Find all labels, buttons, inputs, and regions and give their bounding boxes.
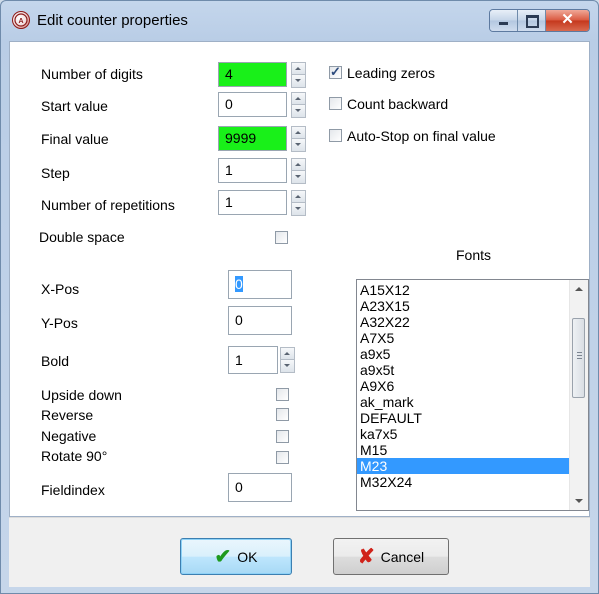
reverse-label: Reverse bbox=[41, 407, 94, 423]
font-list-item[interactable]: M15 bbox=[357, 442, 570, 458]
repetitions-input[interactable]: 1 bbox=[218, 190, 287, 215]
start-value-spinner[interactable] bbox=[291, 92, 306, 118]
x-pos-value: 0 bbox=[235, 276, 243, 292]
grip-icon bbox=[577, 352, 582, 353]
spin-up-icon[interactable] bbox=[291, 92, 306, 105]
repetitions-spinner[interactable] bbox=[291, 190, 306, 216]
bold-input[interactable]: 1 bbox=[228, 346, 278, 374]
start-value-label: Start value bbox=[41, 98, 108, 114]
spin-down-icon[interactable] bbox=[291, 203, 306, 216]
maximize-icon bbox=[526, 15, 539, 28]
rotate90-checkbox[interactable] bbox=[276, 451, 289, 464]
maximize-button[interactable] bbox=[518, 10, 546, 31]
auto-stop-label: Auto-Stop on final value bbox=[347, 128, 496, 144]
bold-spinner[interactable] bbox=[280, 347, 295, 373]
minimize-button[interactable] bbox=[490, 10, 518, 31]
count-backward-label: Count backward bbox=[347, 96, 449, 112]
spin-up-icon[interactable] bbox=[280, 347, 295, 360]
rotate90-label: Rotate 90° bbox=[41, 448, 108, 464]
font-list-item[interactable]: A32X22 bbox=[357, 314, 570, 330]
spin-up-icon[interactable] bbox=[291, 126, 306, 139]
leading-zeros-checkbox[interactable] bbox=[329, 64, 342, 80]
close-icon: ✕ bbox=[561, 11, 574, 28]
negative-label: Negative bbox=[41, 428, 97, 444]
fonts-listbox[interactable]: A15X12 A23X15 A32X22 A7X5 a9x5 a9x5t A9X6 ak_ma… bbox=[356, 279, 589, 511]
leading-zeros-label: Leading zeros bbox=[347, 65, 435, 81]
minimize-icon bbox=[499, 22, 508, 25]
final-value-spinner[interactable] bbox=[291, 126, 306, 152]
count-backward-checkbox[interactable] bbox=[329, 97, 342, 110]
spin-down-icon[interactable] bbox=[291, 171, 306, 184]
cross-icon: ✘ bbox=[357, 545, 375, 568]
bold-label: Bold bbox=[41, 353, 70, 369]
font-list-item[interactable]: M32X24 bbox=[357, 474, 570, 490]
spin-up-icon[interactable] bbox=[291, 62, 306, 75]
font-list-item[interactable]: a9x5 bbox=[357, 346, 570, 362]
repetitions-label: Number of repetitions bbox=[41, 197, 175, 213]
dialog-window: A Edit counter properties ✕ Number of di… bbox=[0, 0, 599, 594]
scroll-down-icon[interactable] bbox=[570, 493, 588, 510]
font-list-item[interactable]: ka7x5 bbox=[357, 426, 570, 442]
title-bar[interactable]: A Edit counter properties ✕ bbox=[1, 1, 598, 41]
ok-button-label: OK bbox=[237, 548, 258, 565]
x-pos-label: X-Pos bbox=[41, 281, 80, 297]
close-button[interactable]: ✕ bbox=[546, 10, 589, 31]
fonts-list: A15X12 A23X15 A32X22 A7X5 a9x5 a9x5t A9X6 ak_ma… bbox=[357, 280, 570, 490]
spin-down-icon[interactable] bbox=[291, 105, 306, 118]
step-label: Step bbox=[41, 165, 70, 181]
font-list-item[interactable]: A9X6 bbox=[357, 378, 570, 394]
step-spinner[interactable] bbox=[291, 158, 306, 184]
scroll-up-icon[interactable] bbox=[570, 280, 588, 297]
spin-up-icon[interactable] bbox=[291, 190, 306, 203]
fieldindex-label: Fieldindex bbox=[41, 482, 105, 498]
fonts-label: Fonts bbox=[456, 247, 492, 263]
font-list-item[interactable]: A15X12 bbox=[357, 282, 570, 298]
font-list-item[interactable]: a9x5t bbox=[357, 362, 570, 378]
negative-checkbox[interactable] bbox=[276, 430, 289, 443]
font-list-item[interactable]: A7X5 bbox=[357, 330, 570, 346]
step-input[interactable]: 1 bbox=[218, 158, 287, 183]
number-of-digits-label: Number of digits bbox=[41, 66, 143, 82]
ok-button[interactable]: ✔ OK bbox=[180, 538, 292, 575]
window-title: Edit counter properties bbox=[37, 12, 188, 29]
number-of-digits-input[interactable]: 4 bbox=[218, 62, 287, 87]
auto-stop-checkbox[interactable] bbox=[329, 129, 342, 142]
font-list-item[interactable]: M23 bbox=[357, 458, 570, 474]
checkmark-icon: ✔ bbox=[214, 545, 232, 568]
reverse-checkbox[interactable] bbox=[276, 408, 289, 421]
dialog-body: Number of digits 4 Start value 0 Final v… bbox=[9, 41, 590, 517]
start-value-input[interactable]: 0 bbox=[218, 92, 287, 117]
y-pos-input[interactable]: 0 bbox=[228, 306, 292, 335]
spin-up-icon[interactable] bbox=[291, 158, 306, 171]
cancel-button-label: Cancel bbox=[380, 548, 425, 565]
upside-down-checkbox[interactable] bbox=[276, 388, 289, 401]
number-of-digits-spinner[interactable] bbox=[291, 62, 306, 88]
font-list-item[interactable]: ak_mark bbox=[357, 394, 570, 410]
spin-down-icon[interactable] bbox=[291, 139, 306, 152]
double-space-checkbox[interactable] bbox=[275, 231, 288, 244]
cancel-button[interactable]: ✘ Cancel bbox=[333, 538, 449, 575]
app-icon: A bbox=[12, 11, 30, 29]
final-value-label: Final value bbox=[41, 131, 109, 147]
double-space-label: Double space bbox=[39, 229, 125, 245]
x-pos-input[interactable]: 0 bbox=[228, 270, 292, 299]
font-list-item[interactable]: A23X15 bbox=[357, 298, 570, 314]
svg-text:A: A bbox=[18, 18, 23, 25]
y-pos-label: Y-Pos bbox=[41, 315, 78, 331]
final-value-input[interactable]: 9999 bbox=[218, 126, 287, 151]
upside-down-label: Upside down bbox=[41, 387, 122, 403]
spin-down-icon[interactable] bbox=[280, 360, 295, 373]
scroll-thumb[interactable] bbox=[572, 318, 585, 398]
fonts-scrollbar[interactable] bbox=[569, 280, 588, 510]
fieldindex-input[interactable]: 0 bbox=[228, 473, 292, 502]
spin-down-icon[interactable] bbox=[291, 75, 306, 88]
dialog-footer: ✔ OK ✘ Cancel bbox=[9, 517, 590, 587]
window-controls: ✕ bbox=[489, 9, 590, 32]
font-list-item[interactable]: DEFAULT bbox=[357, 410, 570, 426]
